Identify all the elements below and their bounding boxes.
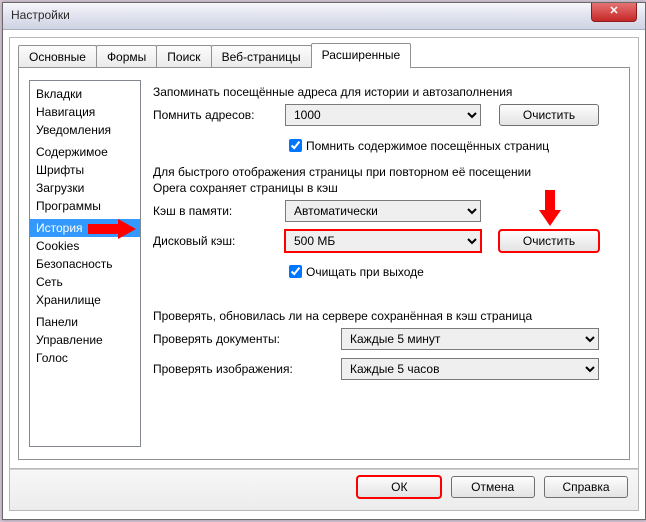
tab-2[interactable]: Поиск <box>156 45 211 68</box>
tab-1[interactable]: Формы <box>96 45 157 68</box>
section2-desc: Для быстрого отображения страницы при по… <box>153 164 617 196</box>
disk-cache-combo[interactable]: 500 МБ <box>285 230 481 252</box>
ok-button[interactable]: ОК <box>357 476 441 498</box>
tab-4[interactable]: Расширенные <box>311 43 412 68</box>
section3-title: Проверять, обновилась ли на сервере сохр… <box>153 308 617 324</box>
window-title: Настройки <box>11 8 70 22</box>
remember-content-checkbox[interactable]: Помнить содержимое посещённых страниц <box>285 136 549 155</box>
clear-on-exit-checkbox[interactable]: Очищать при выходе <box>285 262 424 281</box>
settings-window: Настройки ✕ ОсновныеФормыПоискВеб-страни… <box>2 2 646 520</box>
disk-cache-label: Дисковый кэш: <box>153 234 235 248</box>
sidebar-item[interactable]: Голос <box>30 349 140 367</box>
titlebar: Настройки ✕ <box>3 3 645 30</box>
sidebar-item[interactable]: Уведомления <box>30 121 140 139</box>
memory-cache-label: Кэш в памяти: <box>153 204 232 218</box>
check-docs-combo[interactable]: Каждые 5 минут <box>341 328 599 350</box>
sidebar-item[interactable]: Загрузки <box>30 179 140 197</box>
memory-cache-combo[interactable]: Автоматически <box>285 200 481 222</box>
tab-panel: ВкладкиНавигацияУведомления СодержимоеШри… <box>18 67 630 460</box>
sidebar: ВкладкиНавигацияУведомления СодержимоеШри… <box>29 80 141 447</box>
bottom-bar: ОК Отмена Справка <box>9 469 639 511</box>
help-button[interactable]: Справка <box>544 476 628 498</box>
addresses-label: Помнить адресов: <box>153 108 255 122</box>
client-area: ОсновныеФормыПоискВеб-страницыРасширенны… <box>9 37 639 469</box>
sidebar-item[interactable]: Панели <box>30 313 140 331</box>
check-docs-label: Проверять документы: <box>153 332 280 346</box>
sidebar-item[interactable]: История <box>30 219 140 237</box>
main-pane: Запоминать посещённые адреса для истории… <box>153 78 617 447</box>
sidebar-item[interactable]: Безопасность <box>30 255 140 273</box>
sidebar-item[interactable]: Cookies <box>30 237 140 255</box>
addresses-combo[interactable]: 1000 <box>285 104 481 126</box>
sidebar-item[interactable]: Хранилище <box>30 291 140 309</box>
close-button[interactable]: ✕ <box>591 3 637 22</box>
tab-0[interactable]: Основные <box>18 45 97 68</box>
tab-3[interactable]: Веб-страницы <box>211 45 312 68</box>
sidebar-item[interactable]: Навигация <box>30 103 140 121</box>
section1-title: Запоминать посещённые адреса для истории… <box>153 84 617 100</box>
disk-cache-highlight: 500 МБ <box>285 230 481 252</box>
cancel-button[interactable]: Отмена <box>451 476 535 498</box>
tab-strip: ОсновныеФормыПоискВеб-страницыРасширенны… <box>18 44 630 68</box>
sidebar-item[interactable]: Управление <box>30 331 140 349</box>
clear-addresses-button[interactable]: Очистить <box>499 104 599 126</box>
check-imgs-combo[interactable]: Каждые 5 часов <box>341 358 599 380</box>
check-imgs-label: Проверять изображения: <box>153 362 293 376</box>
sidebar-item[interactable]: Шрифты <box>30 161 140 179</box>
sidebar-item[interactable]: Программы <box>30 197 140 215</box>
sidebar-item[interactable]: Сеть <box>30 273 140 291</box>
right-arrow-annotation <box>88 219 136 239</box>
sidebar-item[interactable]: Содержимое <box>30 143 140 161</box>
sidebar-item[interactable]: Вкладки <box>30 85 140 103</box>
clear-disk-cache-button[interactable]: Очистить <box>499 230 599 252</box>
